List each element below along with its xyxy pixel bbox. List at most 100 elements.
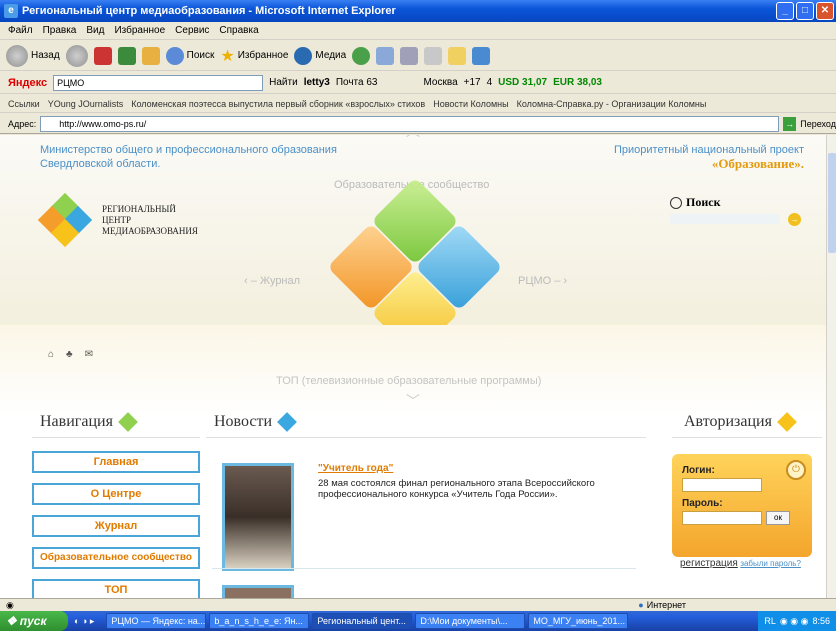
stop-icon[interactable] — [93, 46, 112, 65]
menu-help[interactable]: Справка — [219, 25, 258, 36]
forward-button[interactable] — [65, 44, 88, 67]
task-button[interactable]: b_a_n_s_h_e_e: Ян... — [209, 613, 310, 629]
start-button[interactable]: ❖ пуск — [0, 611, 68, 631]
system-tray: RL ◉ ◉ ◉ 8:56 — [758, 611, 836, 631]
history-icon[interactable] — [352, 46, 371, 65]
menu-favorites[interactable]: Избранное — [114, 25, 165, 36]
link-item[interactable]: Новости Коломны — [433, 99, 508, 109]
logo-line: РЕГИОНАЛЬНЫЙ — [102, 203, 176, 214]
yandex-search-input[interactable]: РЦМО — [53, 74, 264, 91]
address-input[interactable]: http://www.omo-ps.ru/ — [40, 115, 780, 132]
task-button[interactable]: D:\Мои документы\... — [415, 613, 526, 629]
yandex-toolbar: Яндекс РЦМО Найти letty3 Почта 63 Москва… — [0, 72, 836, 94]
mail-icon[interactable]: ✉ — [85, 349, 93, 360]
scrollbar-thumb[interactable] — [828, 153, 836, 253]
link-item[interactable]: YOung JOurnalists — [48, 99, 124, 109]
print-icon[interactable] — [400, 46, 419, 65]
nav-about-button[interactable]: О Центре — [32, 483, 200, 505]
auth-links: регистрация забыли пароль? — [680, 558, 801, 569]
tray-icons[interactable]: ◉ ◉ ◉ — [780, 616, 809, 627]
login-label: Логин: — [682, 465, 715, 476]
links-bar: Ссылки YOung JOurnalists Коломенская поэ… — [0, 95, 836, 113]
star-icon: ★ — [220, 47, 235, 65]
folder-icon[interactable] — [448, 46, 467, 65]
traffic-count: 4 — [486, 77, 493, 88]
quicklaunch-icons[interactable]: ◐ ◑ ▸ — [74, 616, 94, 627]
vertical-scrollbar[interactable] — [826, 135, 836, 598]
logo-text: РЕГИОНАЛЬНЫЙ ЦЕНТР МЕДИАОБРАЗОВАНИЯ — [102, 204, 198, 237]
search-go-button[interactable]: → — [788, 213, 801, 226]
standard-toolbar: Назад Поиск ★ Избранное Медиа — [0, 41, 836, 71]
link-item[interactable]: Коломна-Справка.ру - Организации Коломны — [517, 99, 707, 109]
task-button-active[interactable]: Региональный цент... — [312, 613, 413, 629]
nav-top-link[interactable]: ТОП (телевизионные образовательные прогр… — [276, 375, 541, 387]
task-button[interactable]: МО_МГУ_июнь_201... — [528, 613, 629, 629]
language-indicator[interactable]: RL — [764, 616, 776, 626]
yandex-logo[interactable]: Яндекс — [8, 77, 47, 89]
ie-icon: e — [4, 4, 18, 18]
favorites-button[interactable]: ★ Избранное — [220, 46, 288, 66]
messenger-icon[interactable] — [472, 46, 491, 65]
site-search-input[interactable] — [670, 214, 780, 224]
go-icon[interactable]: → — [783, 116, 797, 131]
menu-view[interactable]: Вид — [86, 25, 104, 36]
search-label: Поиск — [186, 50, 215, 61]
task-button[interactable]: РЦМО — Яндекс: на... — [106, 613, 207, 629]
register-link[interactable]: регистрация — [680, 558, 738, 569]
nav-community-button[interactable]: Образовательное сообщество — [32, 547, 200, 569]
yandex-user[interactable]: letty3 — [304, 77, 330, 88]
nav-journal-label: Журнал — [259, 275, 301, 287]
national-project[interactable]: Приоритетный национальный проект «Образо… — [614, 143, 804, 171]
menu-file[interactable]: Файл — [8, 25, 33, 36]
password-input[interactable] — [682, 511, 762, 525]
mail-icon[interactable] — [376, 46, 395, 65]
navigation-heading: Навигация — [40, 412, 138, 433]
clock: 8:56 — [812, 616, 830, 626]
link-item[interactable]: Коломенская поэтесса выпустила первый сб… — [131, 99, 425, 109]
favorites-label: Избранное — [237, 50, 289, 61]
minimize-button[interactable]: _ — [776, 2, 794, 20]
news-headline[interactable]: "Учитель года" — [318, 463, 598, 474]
navigation-heading-text: Навигация — [40, 413, 113, 430]
nav-top-button[interactable]: ТОП — [32, 579, 200, 598]
media-label: Медиа — [315, 50, 347, 61]
windows-logo-icon: ❖ — [6, 614, 17, 628]
chevron-right-icon: – › — [551, 275, 568, 287]
menu-tools[interactable]: Сервис — [175, 25, 209, 36]
yandex-mail[interactable]: Почта 63 — [336, 77, 378, 88]
back-label: Назад — [31, 50, 60, 61]
media-button[interactable]: Медиа — [294, 46, 347, 65]
edit-icon[interactable] — [424, 46, 443, 65]
forgot-password-link[interactable]: забыли пароль? — [740, 559, 801, 568]
search-button[interactable]: Поиск — [165, 46, 215, 65]
ministry-text[interactable]: Министерство общего и профессионального … — [40, 143, 340, 171]
login-ok-button[interactable]: ок — [766, 511, 790, 525]
refresh-icon[interactable] — [117, 46, 136, 65]
nav-journal-link[interactable]: ‹ – Журнал — [244, 275, 300, 287]
news-heading: Новости — [214, 412, 297, 433]
news-heading-text: Новости — [214, 413, 273, 430]
weather-temp: +17 — [463, 77, 481, 88]
search-title: Поиск — [670, 195, 780, 210]
yandex-find-button[interactable]: Найти — [269, 77, 298, 88]
home-icon[interactable] — [141, 46, 160, 65]
login-input[interactable] — [682, 478, 762, 492]
nav-rcmo-link[interactable]: РЦМО – › — [518, 275, 567, 287]
nav-journal-button[interactable]: Журнал — [32, 515, 200, 537]
windows-taskbar: ❖ пуск ◐ ◑ ▸ РЦМО — Яндекс: на... b_a_n_… — [0, 611, 836, 631]
back-button[interactable]: Назад — [6, 44, 60, 67]
news-photo[interactable] — [222, 585, 294, 598]
close-button[interactable]: ✕ — [816, 2, 834, 20]
maximize-button[interactable]: □ — [796, 2, 814, 20]
home-icon[interactable]: ⌂ — [48, 349, 54, 360]
search-title-text: Поиск — [686, 195, 721, 209]
site-logo[interactable]: РЕГИОНАЛЬНЫЙ ЦЕНТР МЕДИАОБРАЗОВАНИЯ — [37, 192, 198, 248]
green-diamond-icon — [118, 412, 138, 433]
news-photo[interactable] — [222, 463, 294, 571]
menu-edit[interactable]: Правка — [43, 25, 77, 36]
go-button[interactable]: Переход — [800, 119, 836, 129]
sitemap-icon[interactable]: ♣ — [66, 349, 73, 360]
address-bar: Адрес: http://www.omo-ps.ru/ → Переход — [0, 114, 836, 134]
nav-home-button[interactable]: Главная — [32, 451, 200, 473]
menu-bar: Файл Правка Вид Избранное Сервис Справка — [0, 22, 836, 40]
